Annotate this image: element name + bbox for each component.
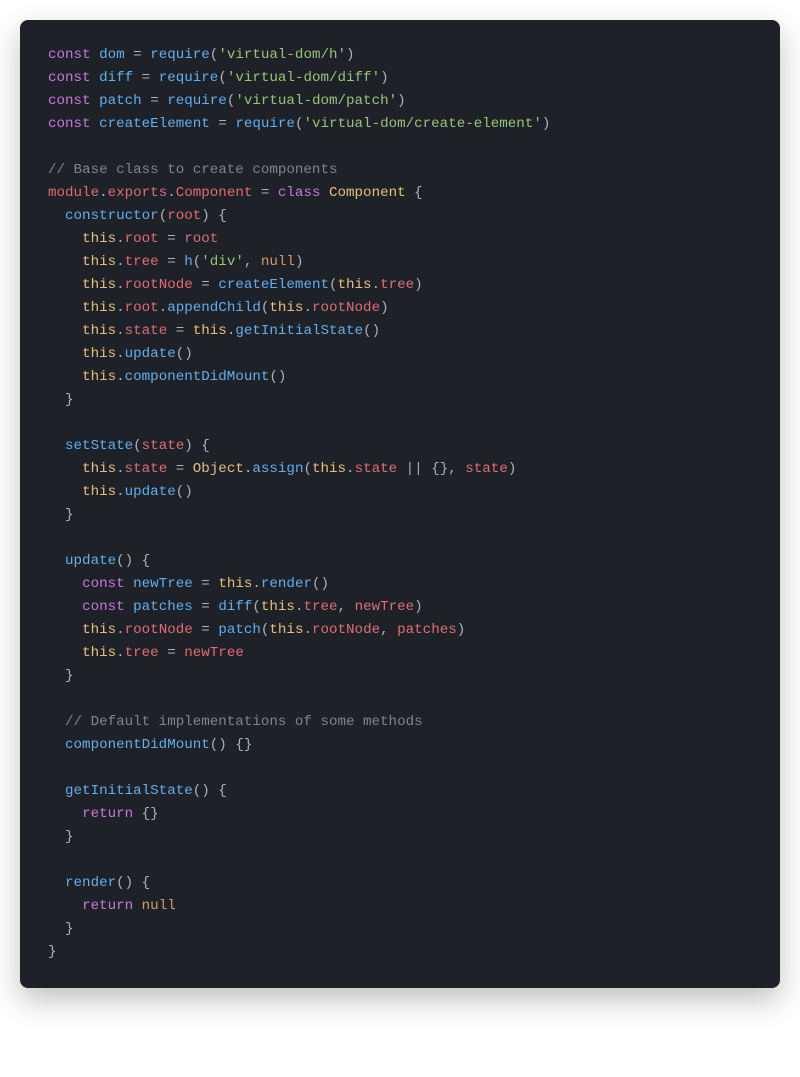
code-block: const dom = require('virtual-dom/h') con… bbox=[48, 44, 752, 964]
code-panel: const dom = require('virtual-dom/h') con… bbox=[20, 20, 780, 988]
